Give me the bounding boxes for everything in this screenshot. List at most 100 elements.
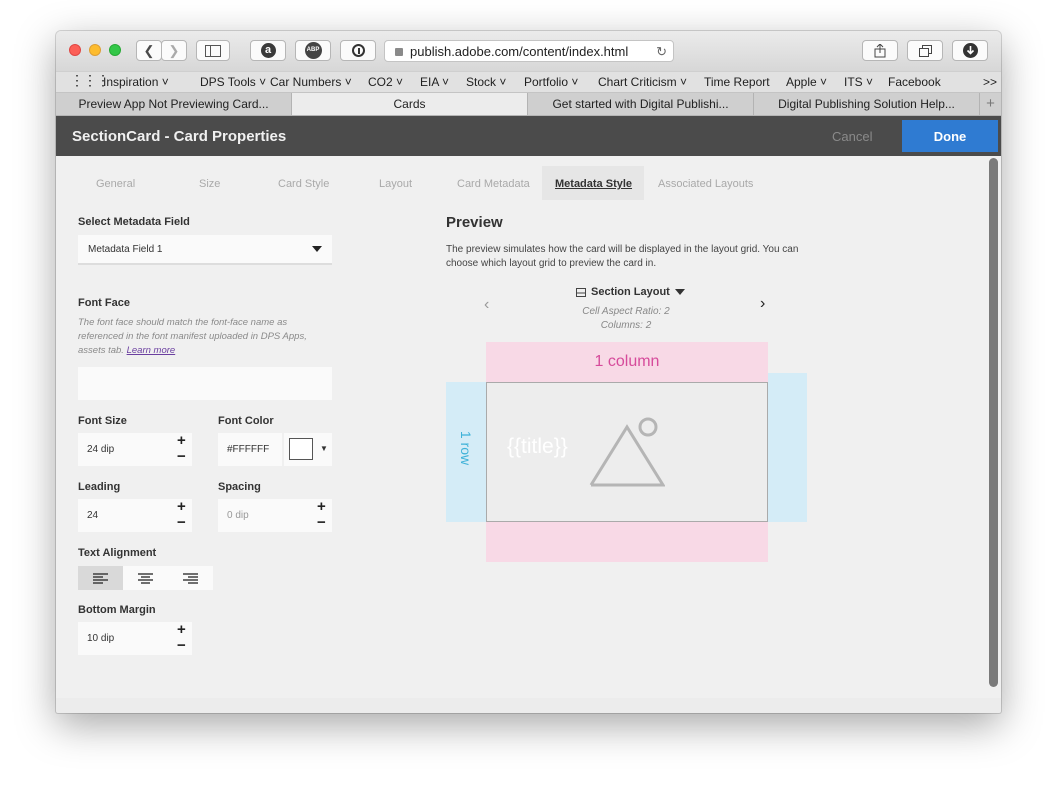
spacing-decrement[interactable]: −: [317, 514, 326, 531]
layout-info: Cell Aspect Ratio: 2 Columns: 2: [582, 305, 669, 333]
tab-associated-layouts[interactable]: Associated Layouts: [658, 178, 753, 190]
tab-layout[interactable]: Layout: [379, 178, 412, 190]
bookmark-facebook[interactable]: Facebook: [888, 75, 941, 89]
cell-aspect-ratio: Cell Aspect Ratio: 2: [582, 306, 670, 317]
font-face-label: Font Face: [78, 297, 130, 309]
font-face-help-text: The font face should match the font-face…: [78, 317, 307, 356]
bottom-margin-decrement[interactable]: −: [177, 637, 186, 654]
tab-card-metadata[interactable]: Card Metadata: [457, 178, 530, 190]
bottom-margin-value: 10 dip: [87, 633, 115, 644]
chevron-right-icon: ❯: [168, 42, 180, 58]
dropdown-arrow-icon: [674, 289, 685, 295]
forward-button[interactable]: ❯: [161, 40, 187, 61]
learn-more-link[interactable]: Learn more: [127, 345, 176, 356]
font-size-increment[interactable]: +: [177, 432, 186, 449]
align-right-icon: [183, 572, 198, 584]
browser-tab-bar: Preview App Not Previewing Card... Cards…: [56, 93, 1001, 116]
align-center-button[interactable]: [123, 566, 168, 590]
close-window-button[interactable]: [69, 44, 81, 56]
font-size-decrement[interactable]: −: [177, 448, 186, 465]
bookmarks-overflow-button[interactable]: >>: [983, 75, 997, 89]
tab-cards[interactable]: Cards: [292, 93, 528, 115]
tabs-overview-button[interactable]: [907, 40, 943, 61]
layout-name: Section Layout: [591, 286, 670, 298]
tabs-icon: [918, 44, 932, 57]
tab-dps-help[interactable]: Digital Publishing Solution Help...: [754, 93, 980, 115]
bookmark-dps-tools[interactable]: DPS Tools ˅: [200, 75, 266, 89]
sidebar-toggle-button[interactable]: [196, 40, 230, 61]
tab-size[interactable]: Size: [199, 178, 220, 190]
bookmark-inspiration[interactable]: Inspiration ˅: [103, 75, 169, 89]
bookmark-car-numbers[interactable]: Car Numbers ˅: [270, 75, 352, 89]
columns-count: Columns: 2: [600, 320, 652, 331]
download-icon: [962, 43, 978, 58]
font-face-input[interactable]: [78, 367, 332, 400]
tab-general[interactable]: General: [96, 178, 135, 190]
bookmark-stock[interactable]: Stock ˅: [466, 75, 506, 89]
dropdown-arrow-icon: ▼: [320, 444, 328, 453]
scrollbar[interactable]: [989, 158, 998, 687]
page-title: SectionCard - Card Properties: [72, 128, 287, 145]
bookmark-chart-criticism[interactable]: Chart Criticism ˅: [598, 75, 687, 89]
leading-input[interactable]: 24: [78, 499, 192, 532]
row-highlight-right: [768, 382, 807, 522]
image-placeholder-icon: [589, 417, 665, 487]
font-color-input[interactable]: #FFFFFF: [218, 433, 282, 466]
font-size-input[interactable]: 24 dip: [78, 433, 192, 466]
layout-icon: [576, 287, 586, 297]
url-text: publish.adobe.com/content/index.html: [410, 43, 629, 59]
amazon-extension-button[interactable]: a: [250, 40, 286, 61]
bookmark-time-report[interactable]: Time Report: [704, 75, 770, 89]
tab-get-started[interactable]: Get started with Digital Publishi...: [528, 93, 754, 115]
share-icon: [874, 43, 886, 57]
zoom-window-button[interactable]: [109, 44, 121, 56]
dropdown-arrow-icon: [312, 246, 322, 252]
tab-preview-app[interactable]: Preview App Not Previewing Card...: [56, 93, 292, 115]
text-alignment-group: [78, 566, 213, 590]
bookmark-its[interactable]: ITS ˅: [844, 75, 873, 89]
card-title-placeholder: {{title}}: [507, 435, 568, 458]
bookmark-portfolio[interactable]: Portfolio ˅: [524, 75, 578, 89]
preview-title: Preview: [446, 214, 503, 231]
bottom-margin-increment[interactable]: +: [177, 621, 186, 638]
spacing-input[interactable]: 0 dip: [218, 499, 332, 532]
reload-icon[interactable]: ↻: [656, 44, 667, 60]
leading-value: 24: [87, 510, 99, 521]
address-bar[interactable]: publish.adobe.com/content/index.html ↻: [384, 40, 674, 62]
share-button[interactable]: [862, 40, 898, 61]
password-extension-button[interactable]: [340, 40, 376, 61]
previous-layout-arrow[interactable]: ‹: [484, 296, 489, 314]
leading-increment[interactable]: +: [177, 498, 186, 515]
font-color-label: Font Color: [218, 415, 274, 427]
align-left-button[interactable]: [78, 566, 123, 590]
layout-selector[interactable]: Section Layout: [576, 286, 685, 298]
app-header: SectionCard - Card Properties Cancel Don…: [56, 116, 1001, 156]
next-layout-arrow[interactable]: ›: [760, 295, 765, 313]
downloads-button[interactable]: [952, 40, 988, 61]
row-highlight-left: 1 row: [446, 382, 486, 522]
spacing-increment[interactable]: +: [317, 498, 326, 515]
bookmark-eia[interactable]: EIA ˅: [420, 75, 449, 89]
leading-decrement[interactable]: −: [177, 514, 186, 531]
info-icon: [351, 44, 365, 57]
adblock-extension-button[interactable]: ABP: [295, 40, 331, 61]
font-color-picker[interactable]: ▼: [284, 433, 332, 466]
tab-card-style[interactable]: Card Style: [278, 178, 329, 190]
minimize-window-button[interactable]: [89, 44, 101, 56]
tab-metadata-style[interactable]: Metadata Style: [555, 178, 632, 190]
row-label: 1 row: [458, 430, 474, 466]
back-button[interactable]: ❮: [136, 40, 162, 61]
bottom-margin-input[interactable]: 10 dip: [78, 622, 192, 655]
adblock-icon: ABP: [304, 42, 322, 59]
metadata-field-select[interactable]: Metadata Field 1: [78, 235, 332, 265]
metadata-field-label: Select Metadata Field: [78, 216, 190, 228]
bookmark-apple[interactable]: Apple ˅: [786, 75, 827, 89]
font-size-label: Font Size: [78, 415, 127, 427]
new-tab-button[interactable]: +: [980, 93, 1001, 115]
align-center-icon: [138, 572, 153, 584]
cancel-button[interactable]: Cancel: [832, 129, 872, 144]
bookmark-co2[interactable]: CO2 ˅: [368, 75, 403, 89]
align-right-button[interactable]: [168, 566, 213, 590]
font-color-value: #FFFFFF: [227, 444, 270, 455]
done-button[interactable]: Done: [902, 120, 998, 152]
